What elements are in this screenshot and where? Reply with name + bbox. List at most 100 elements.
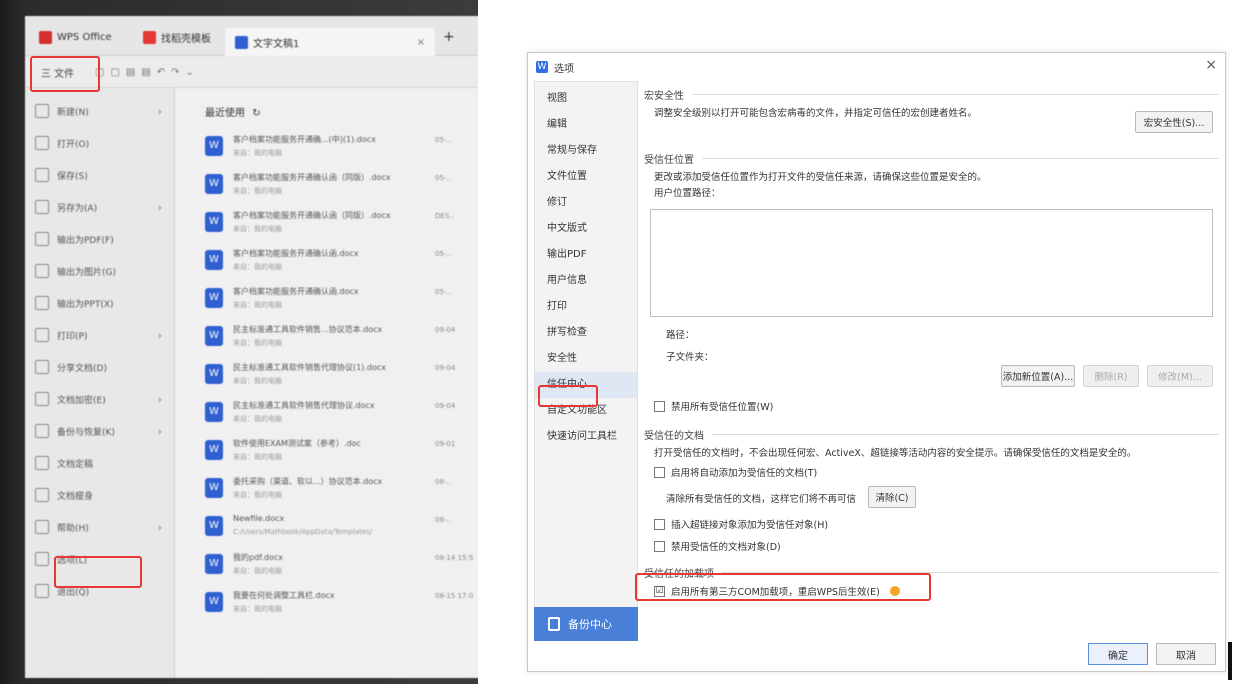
checkbox[interactable]	[654, 518, 665, 530]
file-source: 来自：我的电脑	[233, 187, 282, 195]
recent-file-row[interactable]: W Newfile.docx C:/Users/Mathbook/AppData/T…	[205, 510, 478, 546]
recent-file-row[interactable]: W 我的pdf.docx 来自：我的电脑 08-14 15:5	[205, 548, 478, 584]
recent-file-row[interactable]: W 民主标准通工具软件销售代理协议(1).docx 来自：我的电脑 09-04	[205, 358, 478, 394]
file-menu-item[interactable]: 分享文档(D)	[35, 354, 170, 380]
recent-file-row[interactable]: W 民主标准通工具软件销售代理协议.docx 来自：我的电脑 09-04	[205, 396, 478, 432]
file-date: 08-..	[435, 478, 451, 486]
file-menu-item[interactable]: 输出为PPT(X)	[35, 290, 170, 316]
menu-item-label: 输出为PDF(F)	[57, 235, 114, 246]
file-menu-item[interactable]: 输出为PDF(F)	[35, 226, 170, 252]
file-menu-item[interactable]: 输出为图片(G)	[35, 258, 170, 284]
highlight-file-menu	[30, 56, 100, 92]
checkbox[interactable]	[654, 540, 665, 552]
menu-item-icon	[35, 232, 49, 246]
file-source: 来自：我的电脑	[233, 263, 282, 271]
cancel-button[interactable]: 取消	[1156, 643, 1216, 665]
file-name: 客户档案功能服务开通确认函（同版）.docx	[233, 211, 391, 220]
tab-wps-office[interactable]: WPS Office	[39, 28, 112, 46]
disable-trusted-docs-option[interactable]: 禁用受信任的文档对象(D)	[654, 539, 781, 553]
backup-center-button[interactable]: 备份中心	[534, 607, 638, 641]
options-nav-item[interactable]: 拼写检查	[535, 320, 637, 346]
add-tab-icon[interactable]: +	[443, 28, 455, 46]
checkbox[interactable]	[654, 400, 665, 412]
recent-file-row[interactable]: W 客户档案功能服务开通确认函（同版）.docx 来自：我的电脑 05-..	[205, 168, 478, 204]
menu-item-icon	[35, 168, 49, 182]
recent-file-row[interactable]: W 客户档案功能服务开通确认函（同版）.docx 来自：我的电脑 DES..	[205, 206, 478, 242]
ok-button[interactable]: 确定	[1088, 643, 1148, 665]
recent-file-row[interactable]: W 客户档案功能服务开通确...(中)(1).docx 来自：我的电脑 05-..	[205, 130, 478, 166]
file-menu-item[interactable]: 保存(S)	[35, 162, 170, 188]
hyperlink-trusted-option[interactable]: 插入超链接对象添加为受信任对象(H)	[654, 517, 828, 531]
submenu-arrow-icon: ›	[157, 520, 162, 534]
auto-add-trusted-docs-option[interactable]: 启用将自动添加为受信任的文档(T)	[654, 465, 817, 479]
clear-trusted-docs-button[interactable]: 清除(C)	[868, 486, 916, 508]
quick-tools-icons[interactable]: ▢▢▤▤↶↷⌄	[95, 63, 200, 81]
path-label: 路径：	[666, 330, 695, 341]
disable-trusted-locations-option[interactable]: 禁用所有受信任位置(W)	[654, 399, 773, 413]
subfolder-label: 子文件夹：	[666, 352, 714, 363]
file-menu-item[interactable]: 备份与恢复(K) ›	[35, 418, 170, 444]
checkbox[interactable]	[654, 466, 665, 478]
options-nav-item[interactable]: 安全性	[535, 346, 637, 372]
photo-of-wps-file-menu: WPS Office 找稻壳模板 文字文稿1 × + 三 文件 ▢▢▤▤↶↷⌄ …	[0, 0, 478, 684]
file-menu-item[interactable]: 文档定稿	[35, 450, 170, 476]
options-nav-item[interactable]: 中文版式	[535, 216, 637, 242]
trusted-docs-heading: 受信任的文档	[644, 427, 1219, 442]
menu-item-label: 另存为(A)	[57, 203, 98, 214]
recent-file-row[interactable]: W 民主标准通工具软件销售...协议范本.docx 来自：我的电脑 09-04	[205, 320, 478, 356]
options-nav-item[interactable]: 快速访问工具栏	[535, 424, 637, 450]
modify-location-button[interactable]: 修改(M)...	[1147, 365, 1213, 387]
add-location-button[interactable]: 添加新位置(A)...	[1001, 365, 1075, 387]
file-menu-item[interactable]: 文档瘦身	[35, 482, 170, 508]
options-nav-item[interactable]: 输出PDF	[535, 242, 637, 268]
options-nav-item[interactable]: 常规与保存	[535, 138, 637, 164]
word-doc-icon: W	[205, 592, 223, 612]
file-date: 05-..	[435, 288, 451, 296]
trusted-docs-description: 打开受信任的文档时，不会出现任何宏、ActiveX、超链接等活动内容的安全提示。…	[654, 448, 1137, 459]
options-nav: 视图 编辑 常规与保存 文件位置 修订 中文版式 输出PDF 用户信息 打印 拼写检查 安全性 信任中…	[534, 81, 638, 641]
tab-document[interactable]: 文字文稿1 ×	[225, 28, 435, 56]
close-icon[interactable]: ×	[1205, 57, 1217, 73]
options-nav-item[interactable]: 文件位置	[535, 164, 637, 190]
menu-item-icon	[35, 488, 49, 502]
menu-item-label: 备份与恢复(K)	[57, 427, 115, 438]
recent-file-row[interactable]: W 客户档案功能服务开通确认函.docx 来自：我的电脑 05-..	[205, 244, 478, 280]
recent-file-row[interactable]: W 软件使用EXAM测试案（参考）.doc 来自：我的电脑 09-01	[205, 434, 478, 470]
file-menu-item[interactable]: 另存为(A) ›	[35, 194, 170, 220]
file-menu-item[interactable]: 文档加密(E) ›	[35, 386, 170, 412]
file-menu-item[interactable]: 打印(P) ›	[35, 322, 170, 348]
file-name: 客户档案功能服务开通确认函（同版）.docx	[233, 173, 391, 182]
file-menu-item[interactable]: 帮助(H) ›	[35, 514, 170, 540]
options-nav-item[interactable]: 视图	[535, 86, 637, 112]
tab-template[interactable]: 找稻壳模板	[143, 28, 211, 46]
file-source: 来自：我的电脑	[233, 567, 282, 575]
refresh-icon[interactable]: ↻	[252, 108, 260, 119]
file-menu-item[interactable]: 打开(O)	[35, 130, 170, 156]
close-tab-icon[interactable]: ×	[417, 37, 425, 48]
options-nav-item[interactable]: 编辑	[535, 112, 637, 138]
file-date: DES..	[435, 212, 454, 220]
recent-file-row[interactable]: W 客户档案功能服务开通确认函.docx 来自：我的电脑 05-..	[205, 282, 478, 318]
options-nav-item[interactable]: 用户信息	[535, 268, 637, 294]
trusted-locations-list[interactable]	[650, 209, 1213, 317]
submenu-arrow-icon: ›	[157, 200, 162, 214]
file-date: 09-01	[435, 440, 456, 448]
options-nav-item[interactable]: 修订	[535, 190, 637, 216]
file-source: 来自：我的电脑	[233, 149, 282, 157]
remove-location-button[interactable]: 删除(R)	[1083, 365, 1139, 387]
file-date: 08-14 15:5	[435, 554, 474, 562]
recent-file-row[interactable]: W 委托采购（渠道、软以...）协议范本.docx 来自：我的电脑 08-..	[205, 472, 478, 508]
menu-item-label: 输出为图片(G)	[57, 267, 116, 278]
file-menu-item[interactable]: 新建(N) ›	[35, 98, 170, 124]
word-doc-icon: W	[205, 554, 223, 574]
menu-item-icon	[35, 424, 49, 438]
macro-security-button[interactable]: 宏安全性(S)...	[1135, 111, 1213, 133]
file-date: 05-..	[435, 174, 451, 182]
file-menu: 新建(N) › 打开(O) 保存(S) 另存为(A) › 输出为PDF(F) 输出为图片(G)…	[25, 88, 175, 678]
options-nav-item[interactable]: 打印	[535, 294, 637, 320]
submenu-arrow-icon: ›	[157, 392, 162, 406]
options-dialog: W 选项 × 视图 编辑 常规与保存 文件位置 修订 中文版式 输出PDF 用户信息 打印 拼写检…	[527, 52, 1226, 672]
template-icon	[143, 30, 156, 44]
tab-label: WPS Office	[57, 31, 112, 43]
recent-file-row[interactable]: W 我要在何处调整工具栏.docx 来自：我的电脑 08-15 17:0	[205, 586, 478, 622]
